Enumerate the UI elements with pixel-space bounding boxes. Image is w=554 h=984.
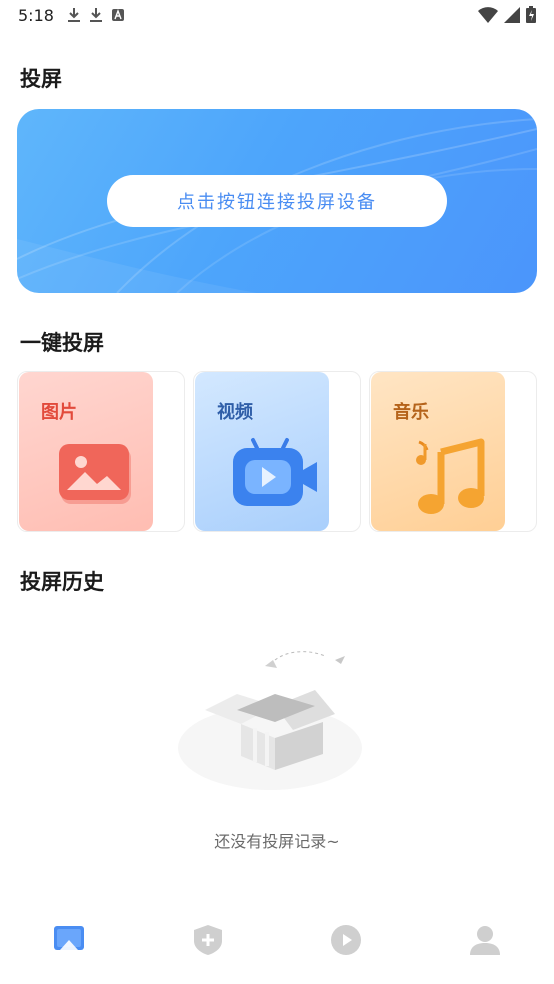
cast-banner: 点击按钮连接投屏设备 bbox=[17, 109, 537, 293]
quick-cast-music-card[interactable]: 音乐 bbox=[371, 372, 505, 531]
status-bar: 5:18 bbox=[0, 0, 554, 30]
status-icons-right bbox=[478, 6, 536, 23]
cast-icon bbox=[54, 926, 85, 950]
card-label: 视频 bbox=[217, 402, 253, 423]
card-label: 音乐 bbox=[393, 402, 429, 423]
image-icon bbox=[59, 444, 131, 504]
cast-section-title: 投屏 bbox=[20, 67, 62, 91]
music-icon bbox=[416, 438, 485, 514]
status-icons-left bbox=[67, 8, 124, 22]
play-icon bbox=[331, 925, 362, 955]
history-section-title: 投屏历史 bbox=[20, 570, 104, 594]
user-icon bbox=[469, 926, 500, 955]
nav-tab-play[interactable] bbox=[316, 918, 376, 962]
nav-tab-cast[interactable] bbox=[39, 918, 99, 962]
quick-cast-section-title: 一键投屏 bbox=[20, 331, 104, 355]
signal-icon bbox=[504, 6, 520, 23]
card-label: 图片 bbox=[41, 402, 77, 423]
connect-device-button[interactable]: 点击按钮连接投屏设备 bbox=[107, 175, 447, 227]
video-icon bbox=[233, 438, 317, 506]
empty-history-text: 还没有投屏记录~ bbox=[214, 832, 340, 851]
wifi-icon bbox=[478, 6, 498, 23]
battery-icon bbox=[526, 6, 536, 23]
shield-plus-icon bbox=[193, 925, 222, 955]
nav-tab-profile[interactable] bbox=[455, 918, 515, 962]
quick-cast-video-card[interactable]: 视频 bbox=[195, 372, 329, 531]
status-time: 5:18 bbox=[18, 5, 54, 25]
bottom-nav bbox=[0, 914, 554, 984]
download-icon bbox=[89, 8, 102, 22]
font-icon bbox=[111, 9, 124, 21]
nav-tab-protect[interactable] bbox=[178, 918, 238, 962]
quick-cast-photo-card[interactable]: 图片 bbox=[19, 372, 153, 531]
download-icon bbox=[67, 8, 80, 22]
empty-box-illustration bbox=[178, 651, 362, 790]
